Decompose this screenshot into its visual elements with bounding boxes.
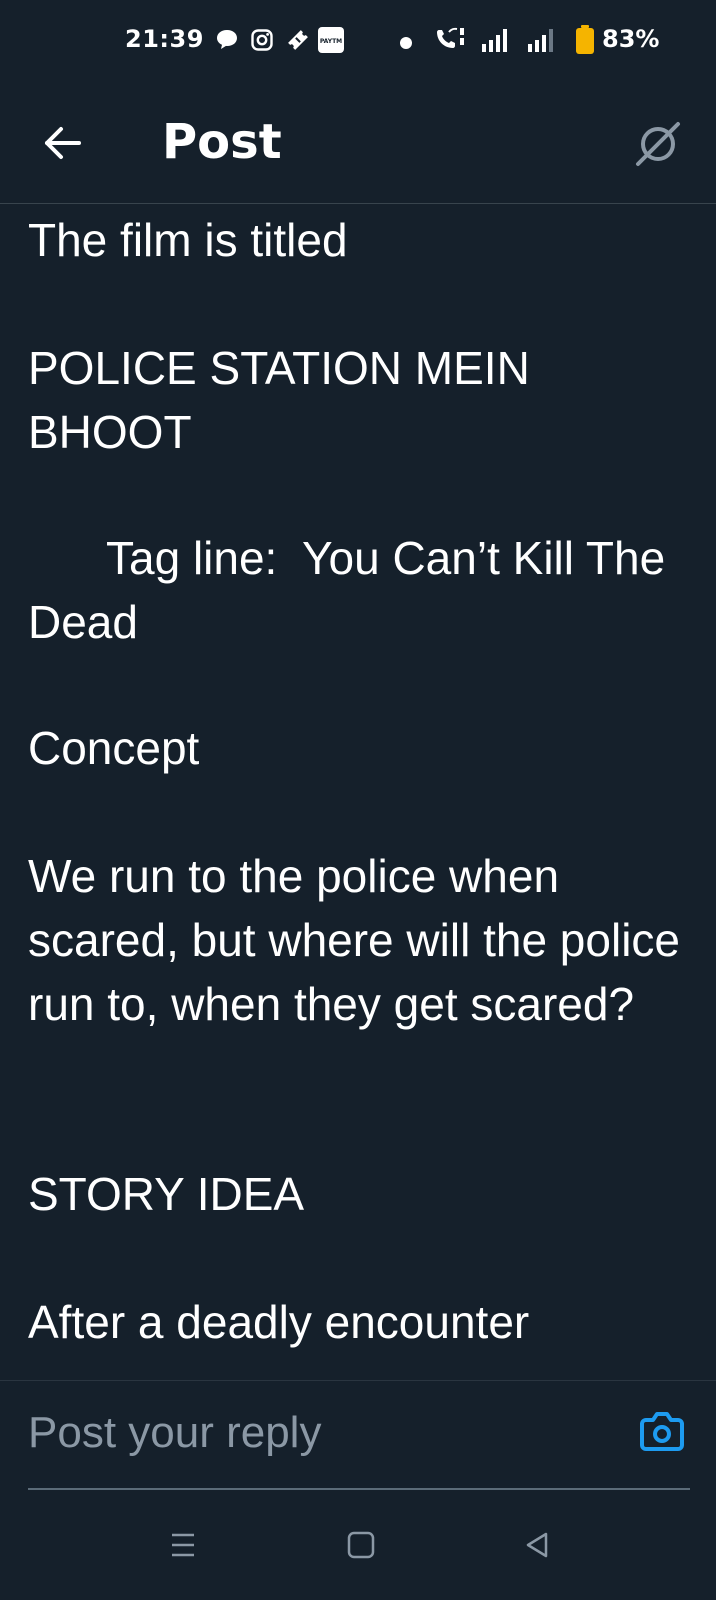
chat-bubble-icon xyxy=(215,28,239,56)
notification-dot xyxy=(400,37,412,49)
signal-sim2-icon xyxy=(528,28,556,56)
camera-icon xyxy=(640,1412,684,1451)
post-paragraph-title-intro: The film is titled xyxy=(28,214,348,266)
tagline-text: Tag line: You Can’t Kill The Dead xyxy=(28,532,678,648)
reply-input[interactable] xyxy=(28,1405,588,1461)
battery-percentage: 83% xyxy=(602,25,660,53)
post-paragraph-concept-heading: Concept xyxy=(28,722,200,774)
page-title: Post xyxy=(162,114,282,170)
reply-composer xyxy=(0,1380,716,1490)
post-paragraph-film-title: POLICE STATION MEIN BHOOT xyxy=(28,342,543,458)
battery-icon xyxy=(574,25,596,59)
instagram-icon xyxy=(250,28,274,56)
wifi-calling-icon xyxy=(434,26,468,58)
recents-button[interactable] xyxy=(158,1520,208,1570)
post-paragraph-concept: We run to the police when scared, but wh… xyxy=(28,850,693,1030)
top-app-bar: Post xyxy=(0,84,716,204)
status-bar: 21:39 PAYTM 83% xyxy=(0,0,716,84)
grok-button[interactable] xyxy=(628,114,688,174)
paytm-icon: PAYTM xyxy=(318,27,344,57)
home-icon xyxy=(347,1531,375,1559)
back-triangle-icon xyxy=(526,1532,548,1558)
back-button[interactable] xyxy=(38,118,88,168)
post-paragraph-story-start: After a deadly encounter xyxy=(28,1296,530,1348)
signal-sim1-icon xyxy=(482,28,510,56)
system-back-button[interactable] xyxy=(512,1520,562,1570)
arrow-left-icon xyxy=(45,127,81,159)
post-paragraph-tagline: Tag line: You Can’t Kill The Dead xyxy=(28,526,716,654)
grok-icon xyxy=(636,122,680,166)
system-navigation-bar xyxy=(0,1490,716,1600)
status-time: 21:39 xyxy=(125,25,204,53)
home-button[interactable] xyxy=(336,1520,386,1570)
recents-icon xyxy=(172,1533,194,1557)
post-body: The film is titled POLICE STATION MEIN B… xyxy=(0,204,716,1380)
svg-text:PAYTM: PAYTM xyxy=(320,38,342,45)
paytm-ticket-icon xyxy=(286,28,310,56)
post-paragraph-story-heading: STORY IDEA xyxy=(28,1168,305,1220)
camera-button[interactable] xyxy=(636,1405,688,1457)
